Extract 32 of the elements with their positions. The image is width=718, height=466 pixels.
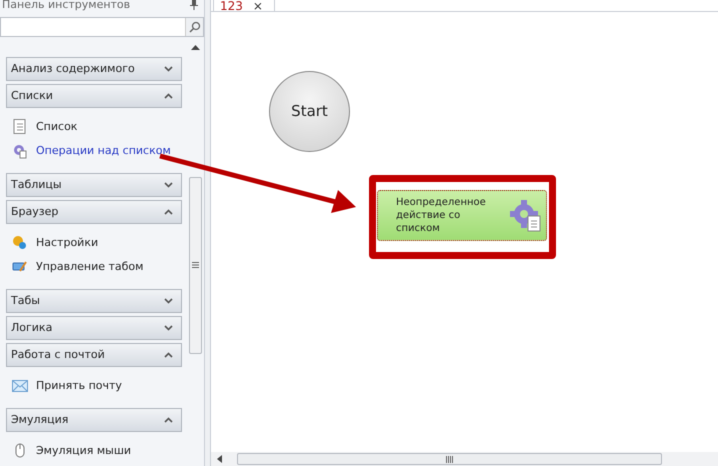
scroll-thumb[interactable]: [237, 453, 662, 465]
search-button[interactable]: [185, 18, 203, 36]
category-header[interactable]: Логика: [6, 316, 182, 340]
scroll-thumb[interactable]: [189, 176, 202, 354]
category-header[interactable]: Списки: [6, 84, 182, 108]
search-field[interactable]: [0, 16, 204, 37]
horizontal-scrollbar[interactable]: [211, 452, 718, 466]
document-icon: [12, 118, 28, 135]
action-node[interactable]: Неопределенное действие со списком: [377, 190, 547, 241]
envelope-icon: [12, 378, 28, 394]
toolbox-item[interactable]: Управление табом: [0, 254, 144, 279]
start-node[interactable]: Start: [269, 71, 350, 152]
category-header[interactable]: Анализ содержимого: [6, 56, 182, 81]
toolbox-item[interactable]: Список: [0, 114, 78, 139]
panel-title: Панель инструментов: [2, 0, 130, 13]
grip-icon: [446, 456, 453, 462]
category-header[interactable]: Табы: [6, 288, 182, 313]
scroll-up-icon[interactable]: [191, 44, 200, 50]
close-button[interactable]: ×: [252, 0, 263, 10]
toolbox-item[interactable]: Операции над списком: [0, 138, 171, 163]
category-header[interactable]: Браузер: [6, 200, 182, 224]
toolbox-item[interactable]: Эмуляция мыши: [0, 438, 132, 463]
search-icon: [188, 20, 200, 33]
scroll-left-icon[interactable]: [217, 455, 222, 463]
toolbox-item[interactable]: Принять почту: [0, 374, 122, 398]
pin-icon[interactable]: [190, 0, 198, 10]
document-tab[interactable]: 123 ×: [213, 0, 275, 12]
category-header[interactable]: Таблицы: [6, 172, 182, 197]
toolbox-item[interactable]: Настройки: [0, 230, 98, 255]
category-header[interactable]: Эмуляция: [6, 408, 182, 432]
category-header[interactable]: Работа с почтой: [6, 342, 182, 367]
grip-icon: [192, 262, 199, 268]
